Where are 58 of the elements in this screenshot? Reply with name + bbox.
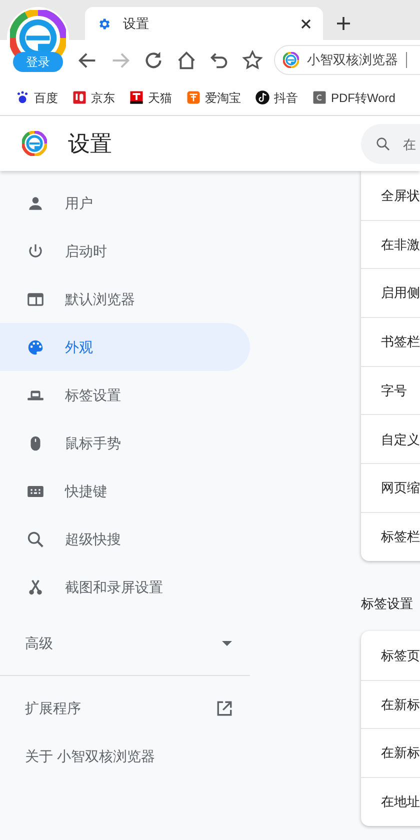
browser-tab[interactable]: 设置 [85, 7, 323, 40]
power-icon [26, 242, 45, 260]
gear-icon [97, 16, 111, 30]
setting-label: 在非激 [381, 236, 420, 254]
music-note-icon [255, 90, 270, 105]
about-link[interactable]: 关于 小智双核浏览器 [0, 732, 250, 780]
address-bar[interactable]: 小智双核浏览器 [274, 45, 420, 75]
caret-icon [222, 640, 232, 646]
bookmark-link[interactable]: 百度 [15, 88, 58, 106]
sidebar-item[interactable]: 用户 [0, 179, 250, 227]
home-icon[interactable] [175, 48, 198, 72]
tee-square-icon [129, 90, 144, 105]
setting-label: 在新标 [381, 696, 420, 714]
square-logo-icon [186, 90, 201, 105]
search-icon [26, 530, 45, 548]
browser-logo-icon [22, 131, 47, 156]
sidebar-item[interactable]: 超级快搜 [0, 515, 250, 563]
plus-icon[interactable] [337, 17, 350, 30]
palette-icon [26, 338, 45, 356]
setting-label: 标签栏 [381, 528, 420, 546]
tab-title: 设置 [123, 14, 150, 33]
extensions-link[interactable]: 扩展程序 [0, 684, 250, 732]
square-logo-icon [72, 90, 87, 105]
sidebar-item[interactable]: 默认浏览器 [0, 275, 250, 323]
address-text: 小智双核浏览器 [307, 51, 398, 70]
setting-label: 网页缩 [381, 479, 420, 498]
star-icon[interactable] [241, 48, 264, 72]
setting-label: 书签栏 [381, 333, 420, 352]
setting-label: 自定义 [381, 430, 420, 449]
setting-label: 在新标 [381, 744, 420, 762]
external-link-icon [216, 700, 233, 716]
setting-label: 启用侧 [381, 284, 420, 302]
sidebar-item[interactable]: 外观 [0, 323, 250, 371]
page-title: 设置 [68, 130, 112, 158]
search-icon [375, 136, 391, 152]
sidebar-item[interactable]: 鼠标手势 [0, 419, 250, 467]
scissors-icon [26, 578, 45, 596]
sidebar-item[interactable]: 标签设置 [0, 371, 250, 419]
setting-label: 在地址 [381, 793, 420, 812]
close-icon[interactable] [301, 18, 311, 28]
sidebar-item[interactable]: 截图和录屏设置 [0, 563, 250, 611]
sidebar-item[interactable]: 启动时 [0, 227, 250, 275]
browser-logo-icon [283, 52, 299, 68]
login-button[interactable]: 登录 [13, 52, 63, 72]
bookmark-link[interactable]: 爱淘宝 [186, 88, 241, 106]
paw-icon [15, 90, 30, 105]
advanced-toggle[interactable]: 高级 [0, 619, 250, 667]
square-logo-icon [312, 90, 327, 105]
section-title: 标签设置 [361, 595, 413, 613]
search-field[interactable]: 在 [361, 124, 420, 164]
setting-label: 字号 [381, 382, 407, 400]
setting-label: 标签页 [381, 646, 420, 665]
bookmark-link[interactable]: 京东 [72, 88, 115, 106]
bookmark-link[interactable]: 天猫 [129, 88, 172, 106]
sidebar-item[interactable]: 快捷键 [0, 467, 250, 515]
setting-label: 全屏状 [381, 186, 420, 205]
bookmark-link[interactable]: PDF转Word [312, 88, 396, 106]
bookmark-link[interactable]: 抖音 [255, 88, 298, 106]
